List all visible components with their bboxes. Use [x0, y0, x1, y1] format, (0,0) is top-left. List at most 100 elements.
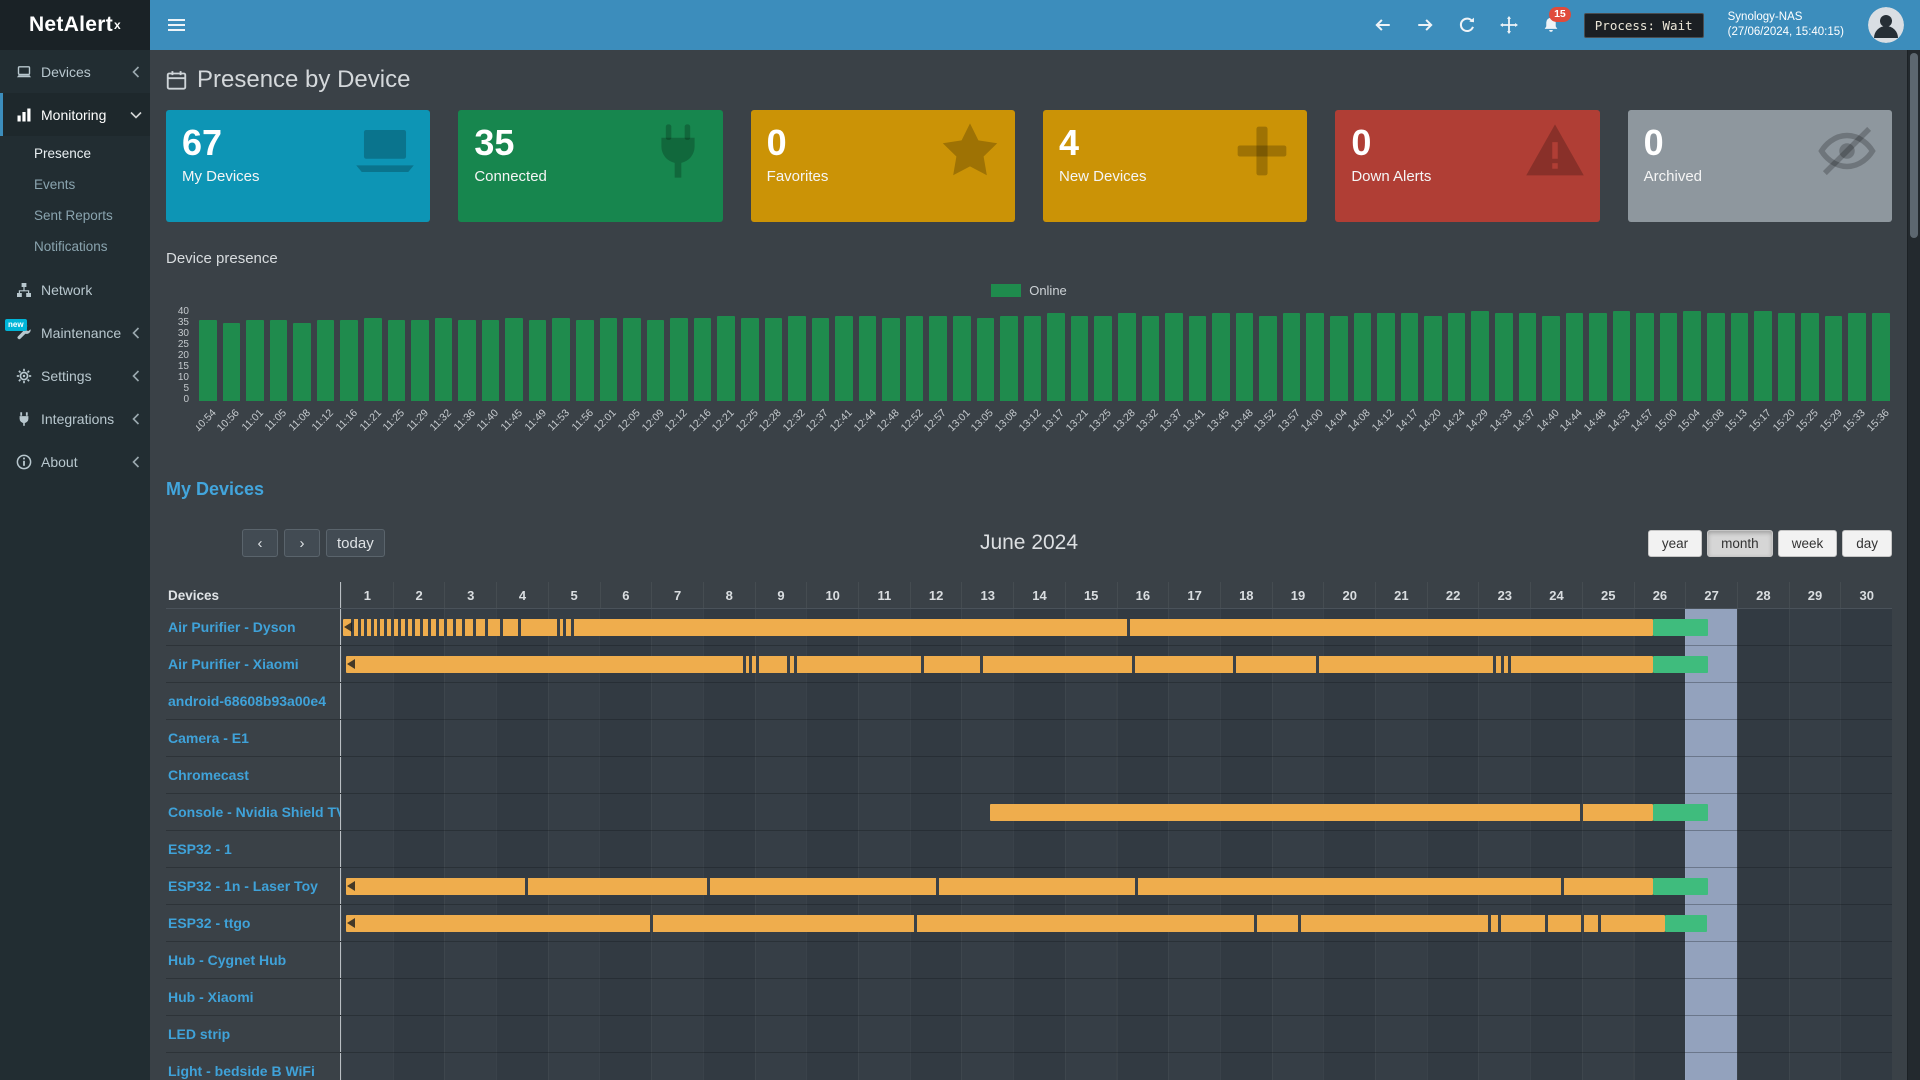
device-name-link[interactable]: Hub - Xiaomi [166, 979, 341, 1015]
sidebar-item-about[interactable]: About [0, 440, 150, 483]
device-name-link[interactable]: ESP32 - 1n - Laser Toy [166, 868, 341, 904]
app-logo[interactable]: NetAlertx [0, 0, 150, 50]
notifications-bell[interactable]: 15 [1542, 16, 1560, 34]
presence-bar-online[interactable] [346, 656, 1653, 673]
chart-bar [1068, 306, 1092, 401]
chart-bar-fill [388, 320, 406, 401]
presence-gap [1580, 804, 1583, 821]
day-header-17: 17 [1168, 582, 1220, 608]
chart-bar-fill [1212, 313, 1230, 401]
stat-card-favorites[interactable]: 0Favorites [751, 110, 1015, 222]
prev-month-button[interactable]: ‹ [242, 529, 278, 557]
chart-bar-fill [1000, 316, 1018, 402]
chart-bar-fill [1306, 313, 1324, 401]
device-name-link[interactable]: android-68608b93a00e4 [166, 683, 341, 719]
presence-bar-online[interactable] [346, 878, 1653, 895]
stat-card-new-devices[interactable]: 4New Devices [1043, 110, 1307, 222]
chart-bar [1798, 306, 1822, 401]
devices-column-header: Devices [166, 582, 341, 608]
device-name-link[interactable]: LED strip [166, 1016, 341, 1052]
day-header-4: 4 [496, 582, 548, 608]
sidebar-item-settings[interactable]: Settings [0, 354, 150, 397]
day-header-5: 5 [548, 582, 600, 608]
x-tick-label: 14:00 [1299, 407, 1326, 434]
device-timeline-lane [341, 720, 1892, 756]
view-button-year[interactable]: year [1648, 530, 1702, 557]
device-name-link[interactable]: Chromecast [166, 757, 341, 793]
my-devices-heading[interactable]: My Devices [166, 479, 1892, 500]
presence-bar-online[interactable] [346, 915, 1664, 932]
host-info: Synology-NAS (27/06/2024, 15:40:15) [1728, 10, 1844, 40]
chart-bar-fill [788, 316, 806, 402]
device-name-link[interactable]: ESP32 - ttgo [166, 905, 341, 941]
x-tick-label: 15:36 [1864, 407, 1891, 434]
y-tick-label: 25 [178, 339, 189, 350]
device-row: Light - bedside B WiFi [166, 1053, 1892, 1080]
sidebar-subitem-notifications[interactable]: Notifications [0, 231, 150, 262]
chart-bar [337, 306, 361, 401]
device-name-link[interactable]: Camera - E1 [166, 720, 341, 756]
x-tick-label: 13:41 [1181, 407, 1208, 434]
sidebar-item-integrations[interactable]: Integrations [0, 397, 150, 440]
chart-bar [1775, 306, 1799, 401]
day-headers: 1234567891011121314151617181920212223242… [341, 582, 1892, 608]
forward-arrow-icon[interactable] [1416, 16, 1434, 34]
presence-gap [794, 656, 797, 673]
sidebar-item-maintenance[interactable]: newMaintenance [0, 311, 150, 354]
sidebar-subitem-presence[interactable]: Presence [0, 138, 150, 169]
x-tick: 11:12 [314, 401, 338, 453]
next-month-button[interactable]: › [284, 529, 320, 557]
presence-gap [518, 619, 521, 636]
device-name-link[interactable]: ESP32 - 1 [166, 831, 341, 867]
view-button-month[interactable]: month [1707, 530, 1773, 557]
presence-bar-online[interactable] [990, 804, 1653, 821]
presence-bar-recent[interactable] [1653, 804, 1708, 821]
sidebar-item-network[interactable]: Network [0, 268, 150, 311]
stat-card-down-alerts[interactable]: 0Down Alerts [1335, 110, 1599, 222]
presence-bar-recent[interactable] [1653, 878, 1708, 895]
chart-bar-fill [1189, 316, 1207, 402]
stat-card-archived[interactable]: 0Archived [1628, 110, 1892, 222]
device-row: Air Purifier - Xiaomi [166, 646, 1892, 683]
page-scrollbar-thumb[interactable] [1910, 53, 1918, 238]
device-name-link[interactable]: Hub - Cygnet Hub [166, 942, 341, 978]
presence-gap [1598, 915, 1601, 932]
sidebar-item-devices[interactable]: Devices [0, 50, 150, 93]
sidebar-toggle-button[interactable] [150, 0, 202, 50]
chart-bar [243, 306, 267, 401]
presence-bar-online[interactable] [343, 619, 1654, 636]
presence-bar-recent[interactable] [1653, 656, 1708, 673]
chart-bar [1233, 306, 1257, 401]
presence-bar-recent[interactable] [1665, 915, 1707, 932]
process-status[interactable]: Process: Wait [1584, 13, 1704, 38]
page-scrollbar[interactable] [1907, 50, 1920, 1080]
x-tick-label: 11:32 [428, 407, 455, 434]
presence-bar-recent[interactable] [1653, 619, 1708, 636]
view-button-day[interactable]: day [1842, 530, 1892, 557]
chart-bar-fill [1683, 311, 1701, 401]
device-name-link[interactable]: Air Purifier - Xiaomi [166, 646, 341, 682]
chart-bar-fill [340, 320, 358, 401]
device-name-link[interactable]: Air Purifier - Dyson [166, 609, 341, 645]
plug-card-icon [647, 120, 709, 182]
view-button-week[interactable]: week [1778, 530, 1838, 557]
chart-bar [314, 306, 338, 401]
today-button[interactable]: today [326, 529, 385, 557]
stat-card-my-devices[interactable]: 67My Devices [166, 110, 430, 222]
sidebar-subitem-sent-reports[interactable]: Sent Reports [0, 200, 150, 231]
back-arrow-icon[interactable] [1374, 16, 1392, 34]
move-arrows-icon[interactable] [1500, 16, 1518, 34]
stat-card-connected[interactable]: 35Connected [458, 110, 722, 222]
topbar: NetAlertx 15 Process: Wait Synology-NAS … [0, 0, 1920, 50]
device-name-link[interactable]: Console - Nvidia Shield TV [166, 794, 341, 830]
refresh-icon[interactable] [1458, 16, 1476, 34]
chart-bar [950, 306, 974, 401]
sidebar-subitem-events[interactable]: Events [0, 169, 150, 200]
sidebar-item-monitoring[interactable]: Monitoring [0, 93, 150, 136]
sidebar-item-label: Maintenance [41, 325, 121, 341]
user-avatar[interactable] [1868, 7, 1904, 43]
x-tick: 11:36 [455, 401, 479, 453]
device-name-link[interactable]: Light - bedside B WiFi [166, 1053, 341, 1080]
network-icon [16, 282, 32, 298]
x-tick-label: 14:17 [1393, 407, 1420, 434]
